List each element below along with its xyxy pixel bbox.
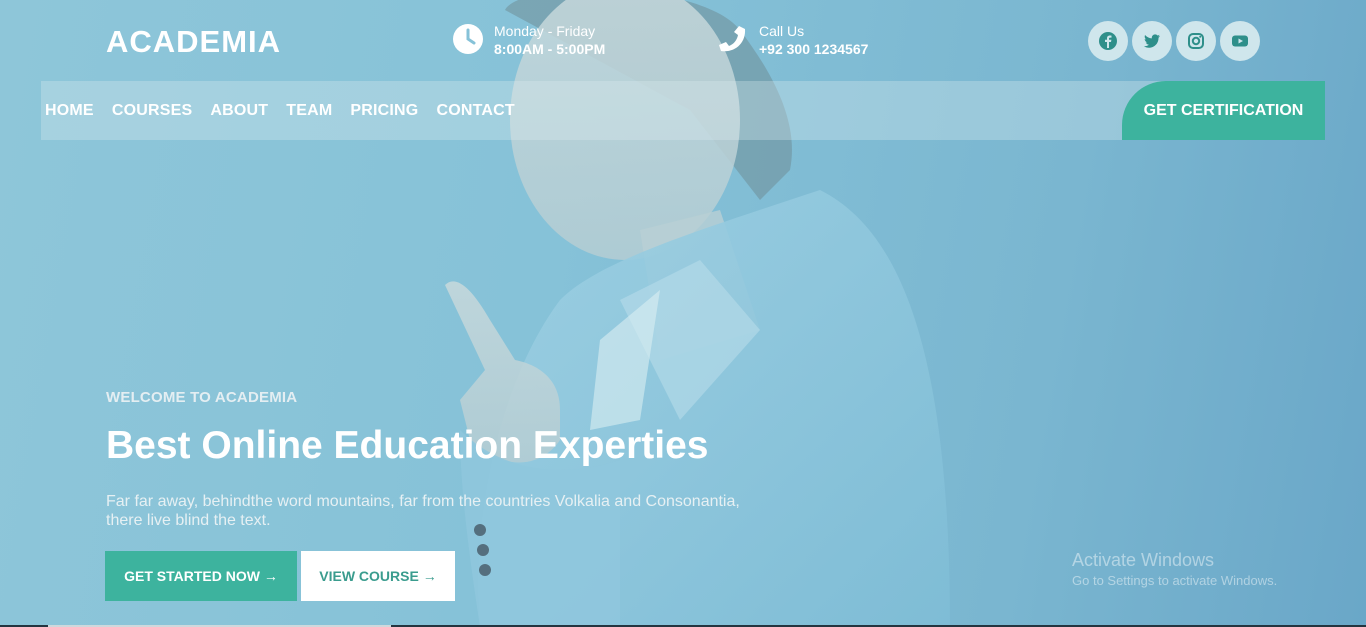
nav-links: HOME COURSES ABOUT TEAM PRICING CONTACT — [45, 81, 515, 140]
get-started-button[interactable]: GET STARTED NOW → — [105, 551, 297, 601]
hero-description: Far far away, behindthe word mountains, … — [106, 493, 740, 529]
get-certification-button[interactable]: GET CERTIFICATION — [1122, 81, 1325, 140]
phone-icon — [719, 26, 746, 52]
hero-title: Best Online Education Experties — [106, 424, 709, 467]
twitter-icon[interactable] — [1132, 21, 1172, 61]
facebook-icon[interactable] — [1088, 21, 1128, 61]
phone-contact: Call Us +92 300 1234567 — [717, 22, 868, 58]
nav-item-contact[interactable]: CONTACT — [436, 102, 514, 120]
site-logo[interactable]: ACADEMIA — [106, 24, 281, 60]
hero-eyebrow: WELCOME TO ACADEMIA — [106, 389, 298, 406]
instagram-icon[interactable] — [1176, 21, 1216, 61]
nav-item-courses[interactable]: COURSES — [112, 102, 193, 120]
nav-item-pricing[interactable]: PRICING — [350, 102, 418, 120]
nav-item-home[interactable]: HOME — [45, 102, 94, 120]
phone-label: Call Us — [759, 23, 805, 39]
phone-number[interactable]: +92 300 1234567 — [759, 40, 868, 58]
hours-days: Monday - Friday — [494, 23, 596, 39]
main-navigation: HOME COURSES ABOUT TEAM PRICING CONTACT … — [41, 81, 1325, 140]
hours-time: 8:00AM - 5:00PM — [494, 41, 606, 57]
view-course-button[interactable]: VIEW COURSE → — [301, 551, 455, 601]
youtube-icon[interactable] — [1220, 21, 1260, 61]
business-hours: Monday - Friday 8:00AM - 5:00PM — [452, 22, 605, 58]
nav-item-team[interactable]: TEAM — [286, 102, 332, 120]
clock-icon — [453, 24, 483, 54]
nav-item-about[interactable]: ABOUT — [210, 102, 268, 120]
watermark-title: Activate Windows — [1072, 550, 1215, 570]
social-links — [1088, 21, 1260, 61]
activate-windows-watermark: Activate Windows Go to Settings to activ… — [1072, 550, 1277, 588]
watermark-subtitle: Go to Settings to activate Windows. — [1072, 573, 1278, 588]
top-header: ACADEMIA Monday - Friday 8:00AM - 5:00PM… — [0, 0, 1366, 80]
